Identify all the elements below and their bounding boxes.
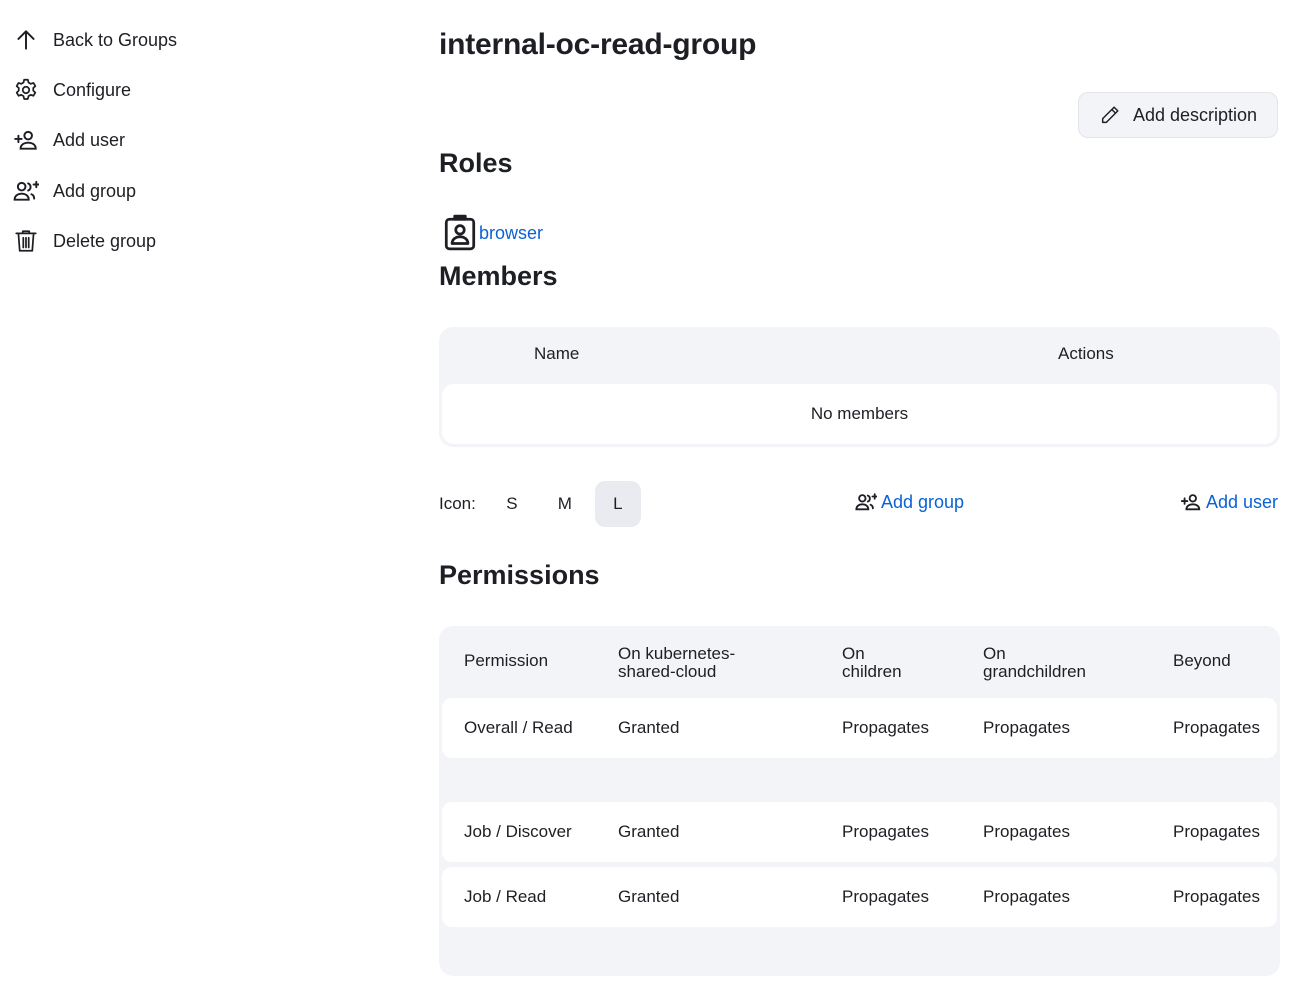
pencil-icon [1101, 106, 1119, 124]
add-user-icon [1180, 494, 1201, 511]
permission-cell: Propagates [983, 822, 1070, 841]
table-row: Overall / Read Granted Propagates Propag… [442, 698, 1277, 758]
sidebar-item-label: Configure [53, 79, 132, 100]
permission-cell: Granted [618, 822, 680, 841]
gear-icon [12, 76, 40, 104]
table-row: Job / Discover Granted Propagates Propag… [442, 802, 1277, 862]
permission-cell: Propagates [983, 887, 1070, 906]
add-user-label: Add user [1206, 491, 1279, 512]
permissions-heading: Permissions [439, 560, 600, 590]
members-empty-row: No members [442, 384, 1277, 444]
permission-cell: Propagates [842, 718, 929, 737]
sidebar-item-label: Back to Groups [53, 29, 178, 50]
permissions-table: Permission On kubernetes- shared-cloud O… [439, 626, 1280, 976]
icon-size-label: Icon: [439, 494, 476, 513]
add-description-button[interactable]: Add description [1078, 92, 1278, 138]
sidebar-item-label: Add user [53, 129, 126, 150]
add-group-link[interactable]: Add group [12, 175, 136, 207]
permission-cell: Granted [618, 718, 680, 737]
permission-cell: Propagates [1173, 887, 1260, 906]
icon-size-l-button[interactable]: L [594, 481, 641, 527]
role-browser-link[interactable]: browser [443, 214, 543, 252]
add-group-icon [12, 177, 40, 205]
permission-name: Job / Read [464, 887, 547, 906]
back-to-groups-link[interactable]: Back to Groups [12, 24, 177, 56]
add-group-icon [855, 493, 877, 511]
permission-cell: Propagates [1173, 718, 1260, 737]
table-row: Job / Read Granted Propagates Propagates… [442, 867, 1277, 927]
add-group-label: Add group [881, 491, 965, 512]
role-label: browser [479, 222, 544, 243]
empty-text: No members [810, 404, 909, 423]
column-header-actions: Actions [1058, 344, 1114, 363]
arrow-up-icon [12, 26, 40, 54]
delete-group-link[interactable]: Delete group [12, 225, 156, 257]
icon-size-selector: Icon: S M L [439, 481, 641, 527]
badge-icon [444, 214, 476, 251]
add-user-icon [12, 126, 40, 154]
members-table: Name Actions No members [439, 327, 1280, 447]
permission-name: Overall / Read [464, 718, 573, 737]
column-header-on-children: On children [842, 644, 902, 681]
column-header-beyond: Beyond [1173, 651, 1231, 670]
column-header-permission: Permission [464, 651, 549, 670]
permission-cell: Propagates [983, 718, 1070, 737]
add-group-action[interactable]: Add group [855, 491, 964, 513]
column-header-on-grandchildren: On grandchildren [983, 644, 1087, 681]
trash-icon [12, 227, 40, 255]
add-user-link[interactable]: Add user [12, 124, 125, 156]
roles-heading: Roles [439, 148, 513, 178]
icon-size-m-button[interactable]: M [542, 481, 588, 527]
sidebar-item-label: Add group [53, 180, 137, 201]
add-description-label: Add description [1132, 104, 1258, 125]
page-title: internal-oc-read-group [439, 28, 757, 61]
members-heading: Members [439, 261, 558, 291]
icon-size-s-button[interactable]: S [489, 481, 535, 527]
column-header-on-cloud: On kubernetes- shared-cloud [618, 644, 736, 681]
column-header-name: Name [534, 344, 580, 363]
main-content: internal-oc-read-group Add description R… [439, 0, 1280, 988]
permission-name: Job / Discover [464, 822, 572, 841]
permission-cell: Propagates [842, 887, 929, 906]
permission-cell: Propagates [842, 822, 929, 841]
sidebar-item-label: Delete group [53, 230, 157, 251]
permission-cell: Propagates [1173, 822, 1260, 841]
add-user-action[interactable]: Add user [1180, 491, 1278, 513]
configure-link[interactable]: Configure [12, 74, 131, 106]
permission-cell: Granted [618, 887, 680, 906]
